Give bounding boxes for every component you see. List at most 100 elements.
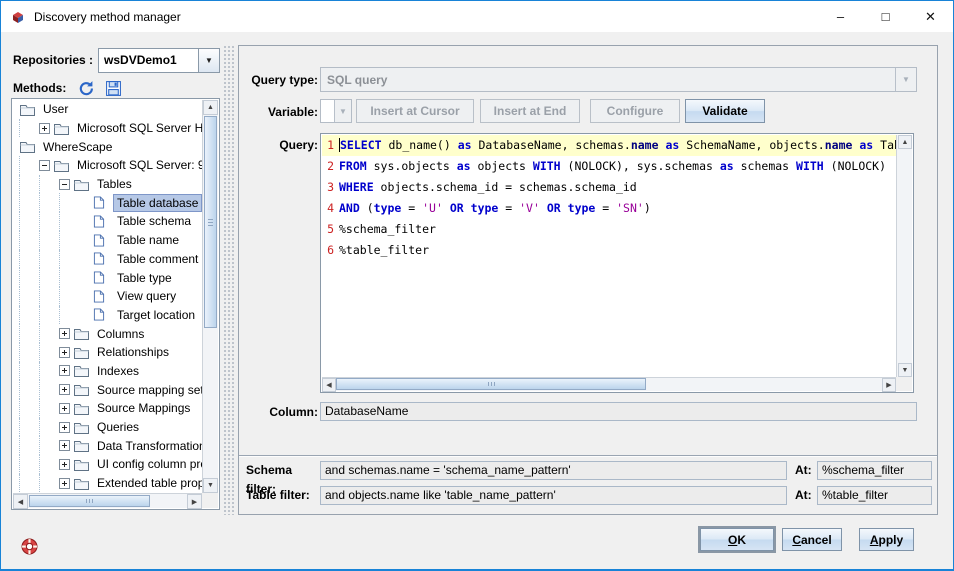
scroll-up-icon[interactable]: ▲ <box>898 135 912 149</box>
tree-item[interactable]: Table type <box>13 268 202 287</box>
expander-plus-icon[interactable] <box>59 328 70 339</box>
life-buoy-icon[interactable] <box>21 538 38 555</box>
schema-filter-at-field[interactable]: %schema_filter <box>817 461 932 480</box>
expander-plus-icon[interactable] <box>59 347 70 358</box>
minimize-button[interactable]: – <box>818 1 863 32</box>
repositories-combobox[interactable]: wsDVDemo1 ▼ <box>98 48 220 73</box>
tree-guide-line <box>39 436 59 455</box>
tree-item[interactable]: Source Mappings <box>13 399 202 418</box>
query-type-label: Query type: <box>245 73 318 87</box>
tree-item[interactable]: View query <box>13 287 202 306</box>
tree-item[interactable]: Table database <box>13 193 202 212</box>
table-filter-at-field[interactable]: %table_filter <box>817 486 932 505</box>
tree-item[interactable]: Table schema <box>13 212 202 231</box>
ok-button[interactable]: OK <box>700 528 774 551</box>
tree-vertical-scrollbar[interactable]: ▲ ▼ <box>202 100 218 493</box>
expander-plus-icon[interactable] <box>59 459 70 470</box>
tree-item-label: Table schema <box>113 212 195 230</box>
tree-item[interactable]: Table comment <box>13 250 202 269</box>
code-line[interactable]: 6%table_filter <box>322 240 896 261</box>
scroll-down-icon[interactable]: ▼ <box>898 363 912 377</box>
save-icon[interactable] <box>105 80 122 97</box>
tree-guide-line <box>39 193 59 212</box>
expander-plus-icon[interactable] <box>59 478 70 489</box>
scroll-right-icon[interactable]: ▶ <box>187 494 202 509</box>
tree-item[interactable]: Queries <box>13 418 202 437</box>
tree-item[interactable]: Target location <box>13 306 202 325</box>
expander-plus-icon[interactable] <box>39 123 50 134</box>
query-editor[interactable]: 1SELECT db_name() as DatabaseName, schem… <box>320 133 914 393</box>
scrollbar-thumb[interactable] <box>336 378 646 390</box>
tree-item[interactable]: WhereScape <box>13 137 202 156</box>
query-type-combobox[interactable]: SQL query ▼ <box>320 67 917 92</box>
chevron-down-icon[interactable]: ▼ <box>198 49 219 72</box>
column-field[interactable]: DatabaseName <box>320 402 917 421</box>
tree-item[interactable]: User <box>13 100 202 119</box>
schema-filter-field[interactable]: and schemas.name = 'schema_name_pattern' <box>320 461 787 480</box>
code-area[interactable]: 1SELECT db_name() as DatabaseName, schem… <box>322 135 896 377</box>
scroll-right-icon[interactable]: ▶ <box>882 378 896 392</box>
expander-plus-icon[interactable] <box>59 365 70 376</box>
scroll-left-icon[interactable]: ◀ <box>13 494 28 509</box>
app-cube-icon <box>10 9 26 25</box>
folder-icon <box>73 326 90 341</box>
tree-guide-line <box>19 380 39 399</box>
tree-item[interactable]: Microsoft SQL Server: 9.0 - <box>13 156 202 175</box>
document-icon <box>93 214 110 229</box>
refresh-icon[interactable] <box>77 80 94 97</box>
methods-tree-panel: UserMicrosoft SQL Server HS: 9.0WhereSca… <box>11 98 220 510</box>
expander-plus-icon[interactable] <box>59 384 70 395</box>
tree-item[interactable]: Table name <box>13 231 202 250</box>
variable-combobox[interactable]: ▼ <box>320 99 352 123</box>
tree-horizontal-scrollbar[interactable]: ◀ ▶ <box>13 493 202 508</box>
tree-item[interactable]: Extended table properties <box>13 474 202 493</box>
scroll-down-icon[interactable]: ▼ <box>203 478 218 493</box>
apply-button[interactable]: Apply <box>859 528 914 551</box>
tree-guide-line <box>19 212 39 231</box>
tree-item[interactable]: Tables <box>13 175 202 194</box>
code-line[interactable]: 4AND (type = 'U' OR type = 'V' OR type =… <box>322 198 896 219</box>
tree-guide-line <box>19 193 39 212</box>
validate-button[interactable]: Validate <box>685 99 765 123</box>
code-line[interactable]: 3WHERE objects.schema_id = schemas.schem… <box>322 177 896 198</box>
code-line[interactable]: 1SELECT db_name() as DatabaseName, schem… <box>322 135 896 156</box>
expander-plus-icon[interactable] <box>59 422 70 433</box>
chevron-down-icon[interactable]: ▼ <box>895 68 916 91</box>
cancel-button[interactable]: Cancel <box>782 528 842 551</box>
tree-item[interactable]: UI config column properties <box>13 455 202 474</box>
tree-item[interactable]: Microsoft SQL Server HS: 9.0 <box>13 119 202 138</box>
tree-guide-line <box>19 156 39 175</box>
tree-guide-line <box>39 380 59 399</box>
scrollbar-thumb[interactable] <box>204 116 217 328</box>
code-line[interactable]: 2FROM sys.objects as objects WITH (NOLOC… <box>322 156 896 177</box>
tree-guide-line <box>39 287 59 306</box>
insert-at-end-button[interactable]: Insert at End <box>480 99 580 123</box>
code-line[interactable]: 5%schema_filter <box>322 219 896 240</box>
tree-item[interactable]: Source mapping sets <box>13 380 202 399</box>
panel-splitter[interactable] <box>223 45 234 515</box>
close-button[interactable]: ✕ <box>908 1 953 32</box>
expander-plus-icon[interactable] <box>59 403 70 414</box>
expander-minus-icon[interactable] <box>59 179 70 190</box>
line-number: 6 <box>322 240 334 261</box>
tree-item[interactable]: Data Transformations <box>13 436 202 455</box>
editor-horizontal-scrollbar[interactable]: ◀ ▶ <box>322 377 896 391</box>
insert-at-cursor-button[interactable]: Insert at Cursor <box>356 99 474 123</box>
scrollbar-corner <box>202 493 218 508</box>
scrollbar-thumb[interactable] <box>29 495 150 507</box>
expander-minus-icon[interactable] <box>39 160 50 171</box>
tree-guide-line <box>19 287 39 306</box>
scroll-up-icon[interactable]: ▲ <box>203 100 218 115</box>
editor-vertical-scrollbar[interactable]: ▲ ▼ <box>896 135 912 377</box>
maximize-button[interactable]: □ <box>863 1 908 32</box>
tree-item[interactable]: Indexes <box>13 362 202 381</box>
expander-plus-icon[interactable] <box>59 440 70 451</box>
configure-button[interactable]: Configure <box>590 99 680 123</box>
table-filter-field[interactable]: and objects.name like 'table_name_patter… <box>320 486 787 505</box>
scroll-left-icon[interactable]: ◀ <box>322 378 336 392</box>
methods-tree[interactable]: UserMicrosoft SQL Server HS: 9.0WhereSca… <box>13 100 202 493</box>
tree-item[interactable]: Relationships <box>13 343 202 362</box>
tree-item-label: Queries <box>93 418 143 436</box>
tree-item[interactable]: Columns <box>13 324 202 343</box>
chevron-down-icon[interactable]: ▼ <box>334 100 351 122</box>
